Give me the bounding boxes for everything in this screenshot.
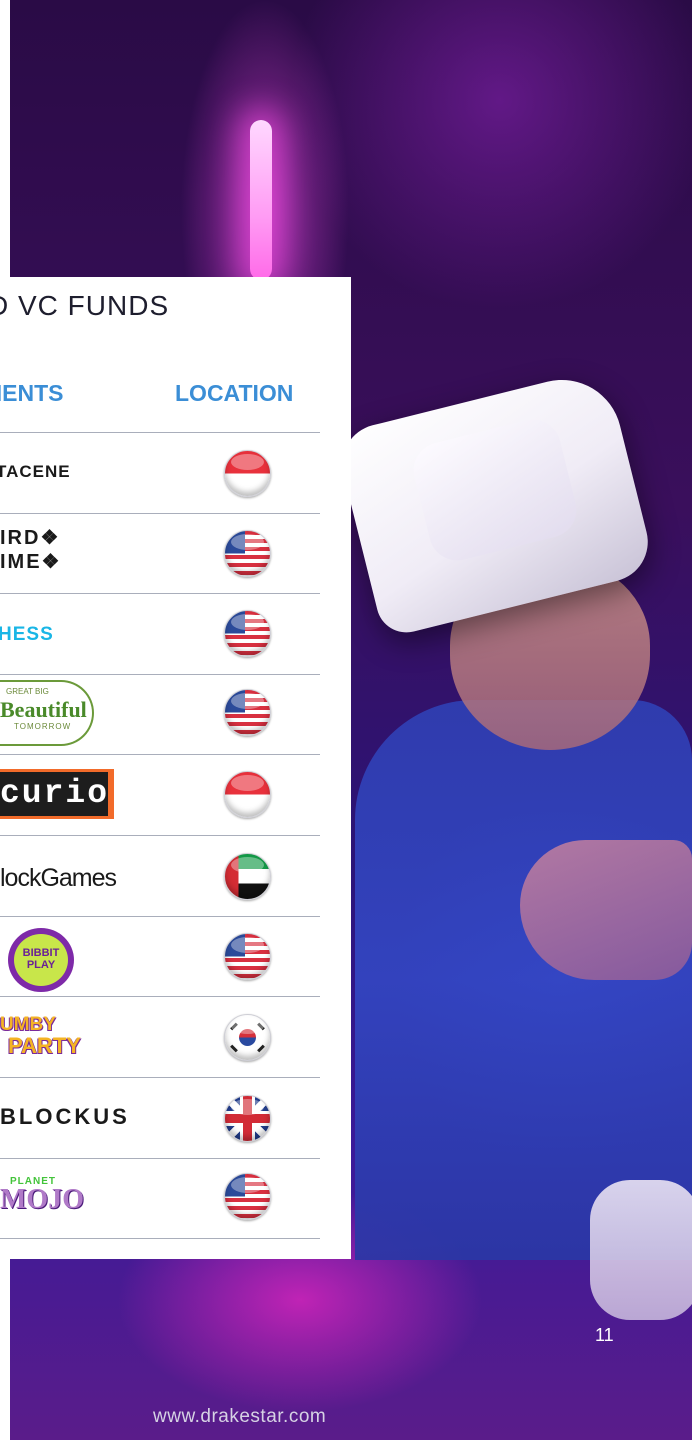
logo-gbbt-main: Beautiful xyxy=(0,697,87,722)
logo-blockgames: lockGames xyxy=(0,864,117,892)
flag-bar-icon xyxy=(230,1022,238,1031)
flag-emblem-icon xyxy=(239,1029,256,1046)
row-divider xyxy=(0,754,320,755)
flag-south-korea xyxy=(224,1014,271,1061)
row-divider xyxy=(0,513,320,514)
logo-planet-mojo: MOJO xyxy=(0,1184,84,1215)
flag-united-states xyxy=(224,530,271,577)
flag-bar-icon xyxy=(257,1044,265,1053)
flag-united-states xyxy=(224,610,271,657)
flag-united-arab-emirates xyxy=(224,853,271,900)
logo-third-time: IRD❖ IME❖ xyxy=(0,527,62,573)
person-hand xyxy=(520,840,692,980)
neon-light-bar xyxy=(250,120,272,280)
page-number: 11 xyxy=(595,1325,614,1345)
logo-curio: curio xyxy=(0,775,110,812)
logo-tacene: TACENE xyxy=(0,462,71,481)
row-divider xyxy=(0,432,320,433)
flag-singapore xyxy=(224,450,271,497)
panel-title: D VC FUNDS xyxy=(0,290,170,321)
row-divider xyxy=(0,916,320,917)
row-divider xyxy=(0,674,320,675)
logo-bumby-party-bottom: PARTY xyxy=(8,1033,81,1058)
person-hoodie xyxy=(355,700,692,1260)
row-divider xyxy=(0,1158,320,1159)
flag-united-states xyxy=(224,933,271,980)
row-divider xyxy=(0,593,320,594)
flag-united-states xyxy=(224,1173,271,1220)
footer-website-link[interactable]: www.drakestar.com xyxy=(153,1406,326,1428)
logo-chess: HESS xyxy=(0,624,54,645)
column-header-location: LOCATION xyxy=(175,380,294,406)
flag-bar-icon xyxy=(230,1044,238,1053)
row-divider xyxy=(0,1238,320,1239)
logo-blockus: BLOCKUS xyxy=(0,1104,130,1129)
logo-gbbt-bottom: TOMORROW xyxy=(14,722,72,731)
logo-bibbit-play: BIBBIT PLAY xyxy=(22,947,60,971)
logo-gbbt-top: GREAT BIG xyxy=(6,687,49,696)
flag-united-states xyxy=(224,689,271,736)
game-controller xyxy=(590,1180,692,1320)
row-divider xyxy=(0,996,320,997)
flag-bar-icon xyxy=(257,1022,265,1031)
column-header-investments: MENTS xyxy=(0,380,64,406)
flag-united-kingdom xyxy=(224,1095,271,1142)
flag-singapore xyxy=(224,771,271,818)
row-divider xyxy=(0,835,320,836)
row-divider xyxy=(0,1077,320,1078)
